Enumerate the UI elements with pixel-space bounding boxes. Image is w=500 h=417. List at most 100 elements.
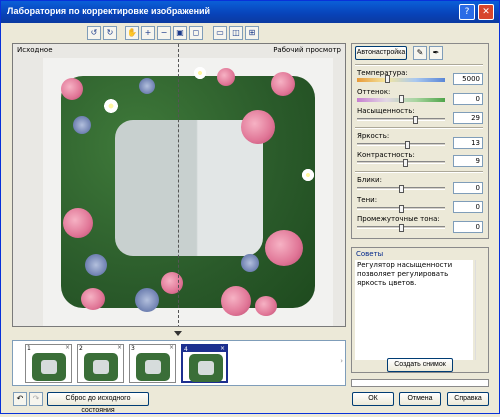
rose	[63, 208, 93, 238]
thumb-number: 2	[79, 345, 83, 352]
highlights-slider-thumb[interactable]	[399, 185, 404, 193]
separator	[355, 64, 483, 66]
thumb-image	[84, 353, 118, 381]
rose	[81, 288, 105, 310]
temperature-slider-thumb[interactable]	[385, 75, 390, 83]
auto-adjust-button[interactable]: Автонастройка	[355, 46, 407, 60]
snapshot-thumb-3[interactable]: 3 ×	[129, 344, 176, 383]
separator	[355, 171, 483, 173]
rose	[217, 68, 235, 86]
rotate-left-icon[interactable]: ↺	[87, 26, 101, 40]
thumb-close-icon[interactable]: ×	[117, 344, 122, 351]
cancel-button[interactable]: Отмена	[399, 392, 441, 406]
daisy	[103, 98, 119, 114]
thumb-close-icon[interactable]: ×	[169, 344, 174, 351]
thistle	[73, 116, 91, 134]
image-preview[interactable]: Исходное Рабочий просмотр	[12, 43, 346, 327]
working-preview-label: Рабочий просмотр	[273, 46, 341, 54]
midtones-slider-thumb[interactable]	[399, 224, 404, 232]
thumb-number: 1	[27, 345, 31, 352]
brightness-label: Яркость:	[357, 132, 390, 140]
split-view-icon[interactable]: ◫	[229, 26, 243, 40]
help-title-button[interactable]: ?	[459, 4, 475, 20]
rose	[271, 72, 295, 96]
midtones-value[interactable]: 0	[453, 221, 483, 233]
thumb-close-icon[interactable]: ×	[220, 345, 225, 352]
thistle	[85, 254, 107, 276]
snapshot-strip: 1 × 2 × 3 × 4 × ›	[12, 340, 346, 386]
undo-icon[interactable]: ↶	[13, 392, 27, 406]
thumb-number: 4	[184, 346, 188, 353]
tips-scrollbar[interactable]	[475, 260, 485, 360]
brightness-slider[interactable]	[357, 141, 445, 149]
rose	[265, 230, 303, 266]
rotate-right-icon[interactable]: ↻	[103, 26, 117, 40]
reset-button[interactable]: Сброс до исходного состояния	[47, 392, 149, 414]
create-snapshot-button[interactable]: Создать снимок	[387, 358, 453, 372]
snapshot-thumb-1[interactable]: 1 ×	[25, 344, 72, 383]
help-button[interactable]: Справка	[447, 392, 489, 406]
zoom-in-icon[interactable]: +	[141, 26, 155, 40]
tips-text: Регулятор насыщенности позволяет регулир…	[355, 260, 473, 360]
shadows-slider-thumb[interactable]	[399, 205, 404, 213]
brightness-slider-thumb[interactable]	[405, 141, 410, 149]
saturation-slider[interactable]	[357, 116, 445, 124]
quad-view-icon[interactable]: ⊞	[245, 26, 259, 40]
contrast-slider-thumb[interactable]	[403, 159, 408, 167]
progress-bar	[351, 379, 489, 387]
midtones-label: Промежуточные тона:	[357, 215, 440, 223]
zoom-fit-icon[interactable]: ▣	[173, 26, 187, 40]
ok-button[interactable]: ОК	[352, 392, 394, 406]
temperature-value[interactable]: 5000	[453, 73, 483, 85]
shadows-value[interactable]: 0	[453, 201, 483, 213]
original-label: Исходное	[17, 46, 53, 54]
tint-slider[interactable]	[357, 95, 445, 103]
rose	[161, 272, 183, 294]
rose	[221, 286, 251, 316]
highlights-slider[interactable]	[357, 185, 445, 193]
frame-center	[115, 120, 263, 256]
temperature-slider[interactable]	[357, 75, 445, 83]
thumb-number: 3	[131, 345, 135, 352]
thumb-close-icon[interactable]: ×	[65, 344, 70, 351]
thumb-image	[136, 353, 170, 381]
tint-label: Оттенок:	[357, 88, 391, 96]
redo-icon[interactable]: ↷	[29, 392, 43, 406]
preview-image	[43, 58, 333, 326]
zoom-actual-icon[interactable]: ◻	[189, 26, 203, 40]
strip-pointer-icon	[174, 331, 182, 336]
eyedropper-black-icon[interactable]: ✒	[429, 46, 443, 60]
tips-panel: Советы Регулятор насыщенности позволяет …	[351, 247, 489, 373]
saturation-label: Насыщенность:	[357, 107, 415, 115]
snapshot-thumb-4[interactable]: 4 ×	[181, 344, 228, 383]
split-divider[interactable]	[178, 44, 179, 326]
saturation-value[interactable]: 29	[453, 112, 483, 124]
rose	[241, 110, 275, 144]
dialog-window: Лаборатория по корректировке изображений…	[0, 0, 500, 414]
thistle	[139, 78, 155, 94]
shadows-label: Тени:	[357, 196, 378, 204]
close-title-button[interactable]: ✕	[478, 4, 494, 20]
single-view-icon[interactable]: ▭	[213, 26, 227, 40]
tint-slider-thumb[interactable]	[399, 95, 404, 103]
title-bar: Лаборатория по корректировке изображений…	[1, 1, 499, 23]
temperature-label: Температура:	[357, 69, 408, 77]
daisy	[301, 168, 315, 182]
highlights-value[interactable]: 0	[453, 182, 483, 194]
hand-icon[interactable]: ✋	[125, 26, 139, 40]
eyedropper-white-icon[interactable]: ✎	[413, 46, 427, 60]
midtones-slider[interactable]	[357, 224, 445, 232]
thumb-image	[32, 353, 66, 381]
saturation-slider-thumb[interactable]	[413, 116, 418, 124]
brightness-value[interactable]: 13	[453, 137, 483, 149]
highlights-label: Блики:	[357, 176, 382, 184]
snapshot-thumb-2[interactable]: 2 ×	[77, 344, 124, 383]
strip-scroll-right-icon[interactable]: ›	[340, 357, 343, 365]
zoom-out-icon[interactable]: −	[157, 26, 171, 40]
contrast-value[interactable]: 9	[453, 155, 483, 167]
tips-header: Советы	[356, 250, 384, 258]
shadows-slider[interactable]	[357, 205, 445, 213]
thistle	[241, 254, 259, 272]
tint-value[interactable]: 0	[453, 93, 483, 105]
contrast-slider[interactable]	[357, 159, 445, 167]
